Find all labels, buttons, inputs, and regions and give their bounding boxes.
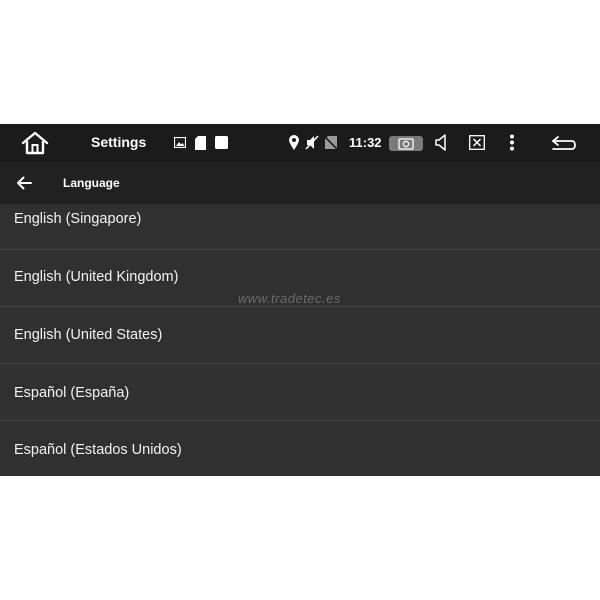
language-label: Español (Estados Unidos) <box>14 442 182 458</box>
status-bar: Settings 11:32 <box>0 124 600 162</box>
camera-icon <box>398 138 414 150</box>
language-item-english-singapore[interactable]: English (Singapore) <box>0 193 600 250</box>
close-window-icon[interactable] <box>469 135 485 150</box>
app-title: Settings <box>91 134 147 150</box>
image-icon <box>174 137 186 148</box>
android-screen: Settings 11:32 Language English (Singapo… <box>0 124 600 476</box>
mute-icon <box>305 135 319 150</box>
language-label: English (United Kingdom) <box>14 269 179 285</box>
language-label: English (United States) <box>14 327 163 343</box>
volume-icon[interactable] <box>435 134 449 151</box>
language-list: English (Singapore) English (United King… <box>0 204 600 476</box>
page-title: Language <box>63 176 120 190</box>
home-icon[interactable] <box>20 130 50 156</box>
language-label: English (Singapore) <box>14 211 142 227</box>
more-vert-icon[interactable] <box>509 134 515 151</box>
language-item-english-us[interactable]: English (United States) <box>0 307 600 364</box>
no-sim-icon <box>325 136 337 149</box>
language-label: Español (España) <box>14 385 130 401</box>
language-item-espanol-estados-unidos[interactable]: Español (Estados Unidos) <box>0 422 600 476</box>
location-icon <box>289 135 299 150</box>
notification-square-icon <box>215 136 228 149</box>
back-arrow-icon[interactable] <box>14 173 34 193</box>
sd-card-icon <box>195 136 206 150</box>
language-item-english-uk[interactable]: English (United Kingdom) <box>0 250 600 307</box>
language-item-espanol-espana[interactable]: Español (España) <box>0 364 600 421</box>
camera-button[interactable] <box>389 136 423 151</box>
return-icon[interactable] <box>550 134 578 152</box>
clock: 11:32 <box>349 135 382 150</box>
